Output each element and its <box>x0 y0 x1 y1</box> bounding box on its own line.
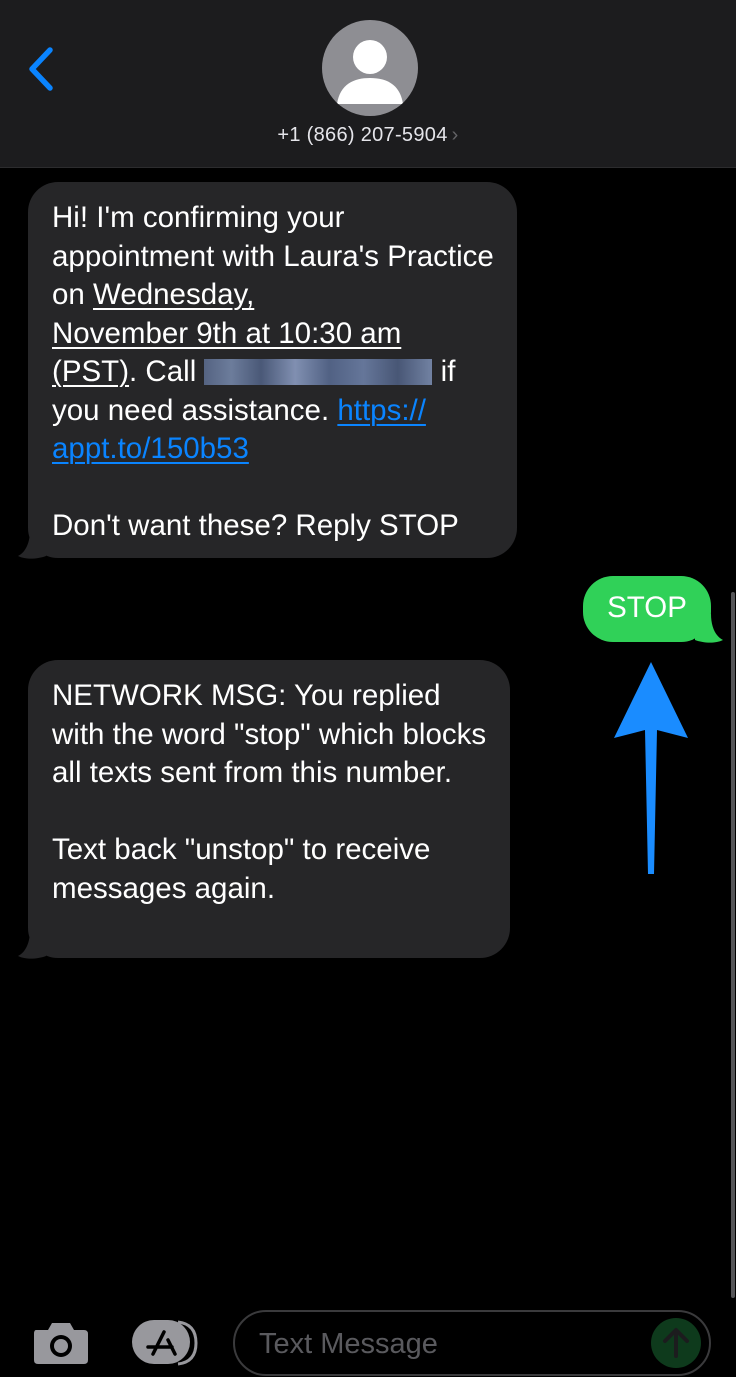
message-text: NETWORK MSG: You replied with the word "… <box>52 679 487 789</box>
message-text: STOP <box>607 591 687 624</box>
contact-name: +1 (866) 207-5904 <box>277 124 448 146</box>
scrollbar[interactable] <box>731 592 735 1298</box>
timezone-detected-link[interactable]: (PST) <box>52 355 129 388</box>
chevron-right-icon: › <box>451 124 459 146</box>
avatar[interactable] <box>322 20 418 116</box>
chevron-left-icon <box>29 47 53 91</box>
contact-name-button[interactable]: +1 (866) 207-5904 › <box>0 124 736 147</box>
redacted-phone-number <box>204 359 433 385</box>
arrow-up-annotation <box>614 662 688 874</box>
person-icon <box>337 40 403 104</box>
message-bubble-incoming[interactable]: Hi! I'm confirming your appointment with… <box>28 182 517 558</box>
camera-icon <box>34 1323 88 1364</box>
arrow-up-icon <box>663 1328 689 1358</box>
camera-button[interactable] <box>30 1316 92 1366</box>
url-link[interactable]: https:// <box>337 394 426 427</box>
date-detected-link[interactable]: Wednesday, <box>93 278 254 311</box>
url-link[interactable]: appt.to/150b53 <box>52 432 249 465</box>
app-store-button[interactable] <box>128 1316 202 1366</box>
message-bubble-incoming[interactable]: NETWORK MSG: You replied with the word "… <box>28 660 510 958</box>
message-input-placeholder: Text Message <box>259 1328 438 1360</box>
send-button[interactable] <box>651 1318 701 1368</box>
message-bubble-outgoing[interactable]: STOP <box>583 576 711 642</box>
message-input[interactable]: Text Message <box>233 1310 711 1376</box>
app-store-icon <box>132 1320 198 1366</box>
bubble-tail <box>695 614 723 643</box>
date-detected-link[interactable]: November 9th at 10:30 am <box>52 317 401 350</box>
bubble-tail <box>18 930 46 959</box>
conversation-header: +1 (866) 207-5904 › <box>0 0 736 168</box>
bubble-tail <box>18 530 46 559</box>
back-button[interactable] <box>22 44 62 94</box>
message-footer-text: Don't want these? Reply STOP <box>52 509 459 542</box>
message-text: Text back "unstop" to receive messages a… <box>52 833 431 905</box>
message-text: . Call <box>129 355 205 388</box>
compose-bar: Text Message <box>0 1300 736 1377</box>
